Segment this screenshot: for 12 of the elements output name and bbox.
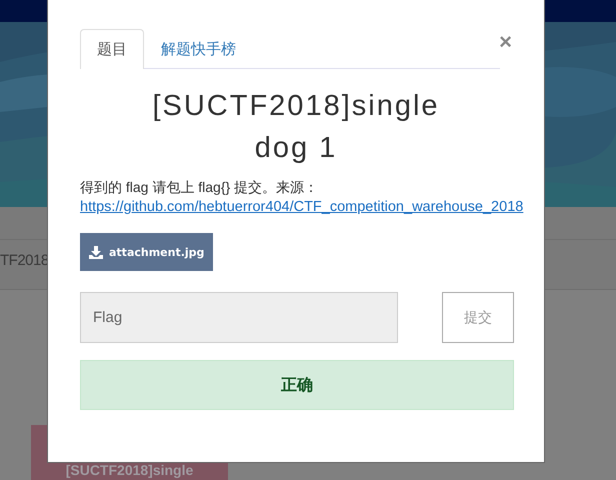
challenge-title: [SUCTF2018]single dog 1 xyxy=(151,89,441,166)
result-message: 正确 xyxy=(80,360,514,410)
submit-button[interactable]: 提交 xyxy=(442,292,514,344)
download-icon xyxy=(89,246,103,259)
card-title: [SUCTF2018]single xyxy=(66,462,194,478)
description: 得到的 flag 请包上 flag{} 提交。来源： xyxy=(80,178,320,198)
tab[interactable]: 题目 xyxy=(80,29,144,69)
close-button[interactable]: × xyxy=(499,31,512,53)
flag-field[interactable]: Flag xyxy=(80,292,398,344)
download-button[interactable]: attachment.jpg xyxy=(80,233,214,272)
tab[interactable]: 解题快手榜 xyxy=(144,29,253,69)
source-link[interactable]: https://github.com/hebtuerror404/CTF_competition_warehouse_2018 xyxy=(80,197,524,218)
